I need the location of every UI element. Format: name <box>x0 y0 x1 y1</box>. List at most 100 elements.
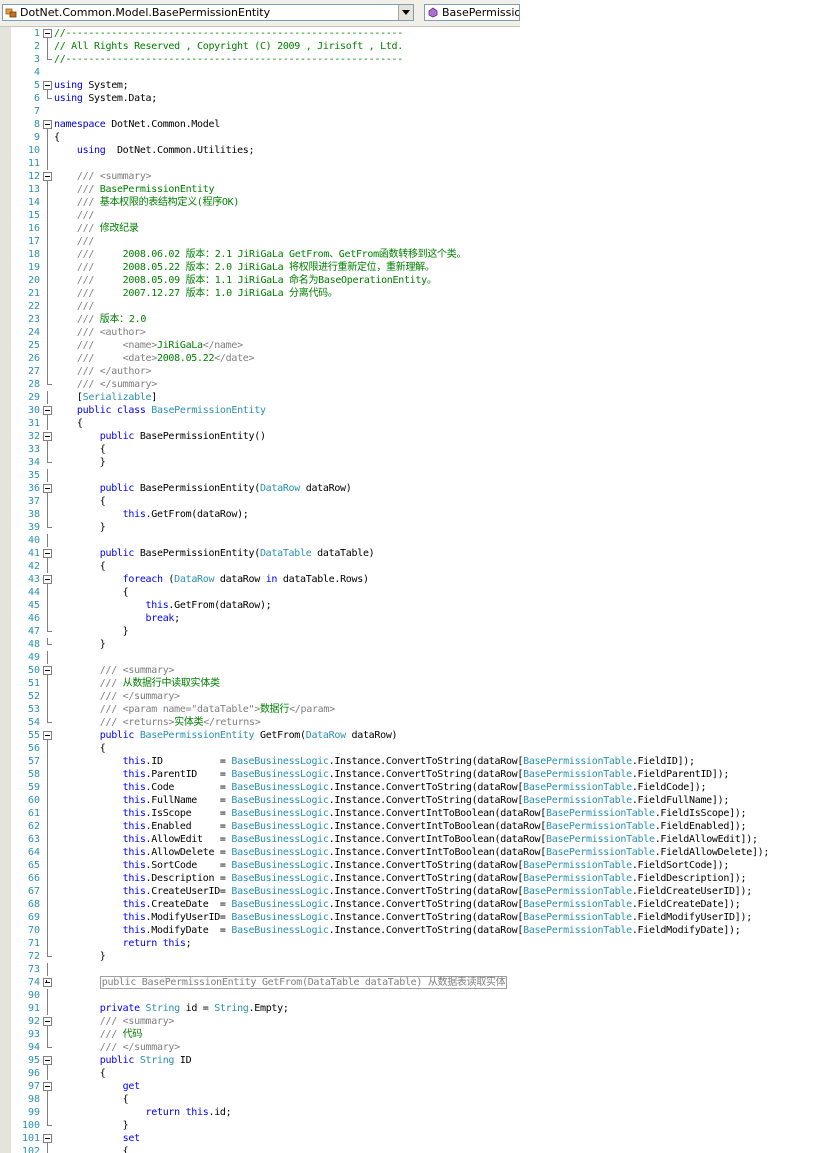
chevron-down-icon[interactable] <box>398 5 413 20</box>
code-line[interactable]: 5 using System; <box>0 79 824 92</box>
code-line[interactable]: 54 /// <returns>实体类</returns> <box>0 716 824 729</box>
code-line[interactable]: 64 this.AllowDelete = BaseBusinessLogic.… <box>0 846 824 859</box>
code-token: .FieldEnabled]); <box>654 821 747 832</box>
expand-icon[interactable] <box>43 978 52 987</box>
code-line[interactable]: 51 /// 从数据行中读取实体类 <box>0 677 824 690</box>
code-line[interactable]: 53 /// <param name="dataTable">数据行</para… <box>0 703 824 716</box>
code-line[interactable]: 11 <box>0 157 824 170</box>
code-line[interactable]: 32 public BasePermissionEntity() <box>0 430 824 443</box>
code-line[interactable]: 17 /// <box>0 235 824 248</box>
code-line[interactable]: 101 set <box>0 1132 824 1145</box>
code-line[interactable]: 98 { <box>0 1093 824 1106</box>
code-text: this.IsScope = BaseBusinessLogic.Instanc… <box>54 807 747 820</box>
code-line[interactable]: 33 { <box>0 443 824 456</box>
code-line[interactable]: 8 namespace DotNet.Common.Model <box>0 118 824 131</box>
code-line[interactable]: 25 /// <name>JiRiGaLa</name> <box>0 339 824 352</box>
code-line[interactable]: 61 this.IsScope = BaseBusinessLogic.Inst… <box>0 807 824 820</box>
code-line[interactable]: 42 { <box>0 560 824 573</box>
collapsed-region[interactable]: public BasePermissionEntity GetFrom(Data… <box>99 976 508 989</box>
code-line[interactable]: 48 } <box>0 638 824 651</box>
code-line[interactable]: 28 /// </summary> <box>0 378 824 391</box>
code-line[interactable]: 69 this.ModifyUserID= BaseBusinessLogic.… <box>0 911 824 924</box>
code-line[interactable]: 99 return this.id; <box>0 1106 824 1119</box>
code-line[interactable]: 38 this.GetFrom(dataRow); <box>0 508 824 521</box>
code-line[interactable]: 59 this.Code = BaseBusinessLogic.Instanc… <box>0 781 824 794</box>
code-line[interactable]: 37 { <box>0 495 824 508</box>
code-line[interactable]: 52 /// </summary> <box>0 690 824 703</box>
code-line[interactable]: 91 private String id = String.Empty; <box>0 1002 824 1015</box>
code-line[interactable]: 27 /// </author> <box>0 365 824 378</box>
code-line[interactable]: 18 /// 2008.06.02 版本：2.1 JiRiGaLa GetFro… <box>0 248 824 261</box>
code-line[interactable]: 95 public String ID <box>0 1054 824 1067</box>
code-line[interactable]: 50 /// <summary> <box>0 664 824 677</box>
code-line[interactable]: 31 { <box>0 417 824 430</box>
code-line[interactable]: 41 public BasePermissionEntity(DataTable… <box>0 547 824 560</box>
code-line[interactable]: 16 /// 修改纪录 <box>0 222 824 235</box>
code-line[interactable]: 102 { <box>0 1145 824 1153</box>
code-line[interactable]: 7 <box>0 105 824 118</box>
code-line[interactable]: 24 /// <author> <box>0 326 824 339</box>
code-line[interactable]: 21 /// 2007.12.27 版本：1.0 JiRiGaLa 分离代码。 <box>0 287 824 300</box>
code-line[interactable]: 71 return this; <box>0 937 824 950</box>
code-line[interactable]: 9{ <box>0 131 824 144</box>
code-line[interactable]: 4 <box>0 66 824 79</box>
code-line[interactable]: 34 } <box>0 456 824 469</box>
code-line[interactable]: 73 <box>0 963 824 976</box>
code-line[interactable]: 92 /// <summary> <box>0 1015 824 1028</box>
code-line[interactable]: 65 this.SortCode = BaseBusinessLogic.Ins… <box>0 859 824 872</box>
code-line[interactable]: 29 [Serializable] <box>0 391 824 404</box>
fold-rail <box>47 989 48 1002</box>
code-line[interactable]: 1 //-------------------------------------… <box>0 27 824 40</box>
code-line[interactable]: 100 } <box>0 1119 824 1132</box>
code-line[interactable]: 6 using System.Data; <box>0 92 824 105</box>
code-line[interactable]: 43 foreach (DataRow dataRow in dataTable… <box>0 573 824 586</box>
code-line[interactable]: 68 this.CreateDate = BaseBusinessLogic.I… <box>0 898 824 911</box>
code-line[interactable]: 94 /// </summary> <box>0 1041 824 1054</box>
code-line[interactable]: 74 public BasePermissionEntity GetFrom(D… <box>0 976 824 989</box>
code-line[interactable]: 90 <box>0 989 824 1002</box>
code-line[interactable]: 47 } <box>0 625 824 638</box>
code-line[interactable]: 60 this.FullName = BaseBusinessLogic.Ins… <box>0 794 824 807</box>
code-editor[interactable]: 1 //-------------------------------------… <box>0 27 824 1153</box>
code-line[interactable]: 26 /// <date>2008.05.22</date> <box>0 352 824 365</box>
member-dropdown[interactable]: BasePermissionEntity <box>424 4 520 21</box>
code-line[interactable]: 36 public BasePermissionEntity(DataRow d… <box>0 482 824 495</box>
code-line[interactable]: 23 /// 版本：2.0 <box>0 313 824 326</box>
code-line[interactable]: 70 this.ModifyDate = BaseBusinessLogic.I… <box>0 924 824 937</box>
code-line[interactable]: 12 /// <summary> <box>0 170 824 183</box>
code-line[interactable]: 96 { <box>0 1067 824 1080</box>
code-line[interactable]: 19 /// 2008.05.22 版本：2.0 JiRiGaLa 将权限进行重… <box>0 261 824 274</box>
code-line[interactable]: 62 this.Enabled = BaseBusinessLogic.Inst… <box>0 820 824 833</box>
code-line[interactable]: 58 this.ParentID = BaseBusinessLogic.Ins… <box>0 768 824 781</box>
code-line[interactable]: 40 <box>0 534 824 547</box>
code-line[interactable]: 46 break; <box>0 612 824 625</box>
code-line[interactable]: 10 using DotNet.Common.Utilities; <box>0 144 824 157</box>
code-line[interactable]: 72 } <box>0 950 824 963</box>
class-dropdown[interactable]: DotNet.Common.Model.BasePermissionEntity <box>2 4 414 21</box>
code-token: .Instance.ConvertToString(dataRow[ <box>328 899 524 910</box>
code-line[interactable]: 44 { <box>0 586 824 599</box>
code-line[interactable]: 57 this.ID = BaseBusinessLogic.Instance.… <box>0 755 824 768</box>
code-line[interactable]: 97 get <box>0 1080 824 1093</box>
code-line[interactable]: 3 //-------------------------------------… <box>0 53 824 66</box>
code-line[interactable]: 93 /// 代码 <box>0 1028 824 1041</box>
code-line[interactable]: 55 public BasePermissionEntity GetFrom(D… <box>0 729 824 742</box>
code-line[interactable]: 13 /// BasePermissionEntity <box>0 183 824 196</box>
code-line[interactable]: 63 this.AllowEdit = BaseBusinessLogic.In… <box>0 833 824 846</box>
code-line[interactable]: 56 { <box>0 742 824 755</box>
code-line[interactable]: 20 /// 2008.05.09 版本：1.1 JiRiGaLa 命名为Bas… <box>0 274 824 287</box>
code-line[interactable]: 39 } <box>0 521 824 534</box>
code-line[interactable]: 66 this.Description = BaseBusinessLogic.… <box>0 872 824 885</box>
code-line[interactable]: 45 this.GetFrom(dataRow); <box>0 599 824 612</box>
code-line[interactable]: 14 /// 基本权限的表结构定义(程序OK) <box>0 196 824 209</box>
code-line[interactable]: 35 <box>0 469 824 482</box>
code-text: { <box>54 443 106 456</box>
code-line[interactable]: 15 /// <box>0 209 824 222</box>
code-line[interactable]: 22 /// <box>0 300 824 313</box>
code-line[interactable]: 49 <box>0 651 824 664</box>
code-line[interactable]: 30 public class BasePermissionEntity <box>0 404 824 417</box>
code-line[interactable]: 67 this.CreateUserID= BaseBusinessLogic.… <box>0 885 824 898</box>
code-line[interactable]: 2 // All Rights Reserved , Copyright (C) … <box>0 40 824 53</box>
